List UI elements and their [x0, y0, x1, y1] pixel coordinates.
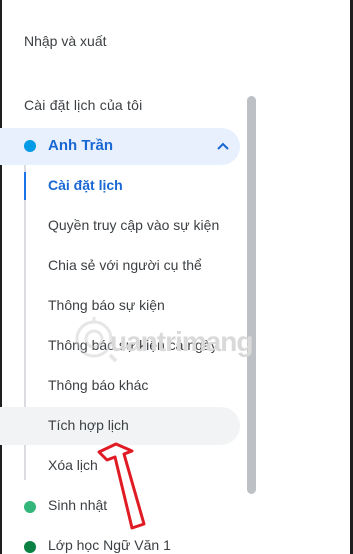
calendar-name-literature-class[interactable]: Lớp học Ngữ Văn 1 [48, 537, 171, 553]
calendar-color-dot [24, 501, 36, 513]
calendar-color-dot [24, 541, 36, 553]
red-arrow-icon [97, 442, 146, 530]
submenu-item-event-notifications[interactable]: Thông báo sự kiện [48, 297, 165, 313]
submenu-item-integrate-calendar[interactable]: Tích hợp lịch [48, 417, 129, 433]
submenu-item-other-notifications[interactable]: Thông báo khác [48, 377, 148, 393]
submenu-item-calendar-settings[interactable]: Cài đặt lịch [48, 177, 123, 193]
section-header-my-calendars: Cài đặt lịch của tôi [24, 97, 143, 113]
window-left-border [0, 0, 2, 554]
scrollbar-thumb[interactable] [247, 96, 256, 494]
submenu-item-share-with-people[interactable]: Chia sẻ với người cụ thể [48, 257, 202, 273]
menu-item-import-export[interactable]: Nhập và xuất [24, 33, 107, 49]
chevron-up-icon[interactable] [215, 138, 231, 154]
submenu-active-indicator [24, 172, 26, 200]
submenu-item-delete-calendar[interactable]: Xóa lịch [48, 457, 98, 473]
watermark-text: uantrimang [110, 326, 253, 357]
calendar-row-anh-tran[interactable] [0, 128, 240, 165]
calendar-color-dot [24, 140, 36, 152]
submenu-item-event-access[interactable]: Quyền truy cập vào sự kiện [48, 217, 219, 233]
calendar-name-anh-tran[interactable]: Anh Trần [48, 137, 113, 154]
